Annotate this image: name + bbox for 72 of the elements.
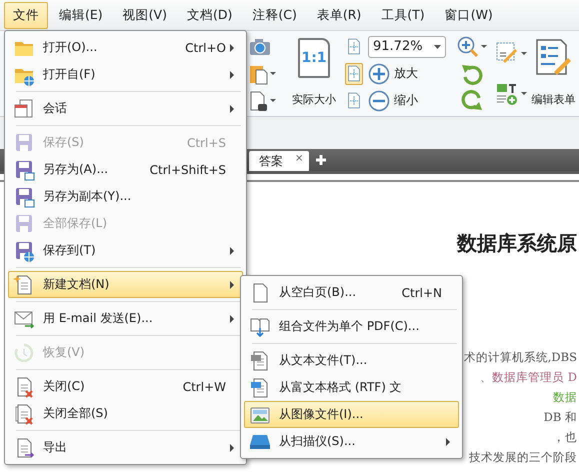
find-document-icon (248, 90, 268, 112)
menu-item[interactable]: 打开自(F) (8, 61, 243, 88)
fit-page-button[interactable] (345, 62, 363, 84)
shortcut-label: Ctrl+Shift+S (148, 162, 227, 176)
close-documents-icon (13, 402, 35, 424)
rotate-right-icon (461, 90, 483, 112)
menu-item[interactable]: 另存为副本(Y)... (8, 183, 243, 210)
fit-page-icon (347, 90, 361, 111)
rotate-left-icon (461, 62, 483, 84)
document-text: DB 和 (544, 409, 577, 426)
shortcut-label: Ctrl+W (182, 380, 227, 394)
shortcut-label: Ctrl+O (184, 40, 227, 54)
dropdown-caret-icon (521, 52, 527, 55)
menu-item[interactable]: 文档(D) (178, 2, 242, 28)
zoom-in-icon (368, 62, 390, 84)
menu-item[interactable]: 会话 (8, 95, 243, 122)
menu-item[interactable]: 文件 (4, 2, 48, 28)
document-text: 技术发展的三个阶段 (469, 449, 577, 466)
menu-item[interactable]: 从文本文件(T)... (244, 347, 459, 374)
menu-item[interactable]: 表单(R) (308, 2, 370, 28)
actual-size-icon: 1:1 (298, 38, 330, 78)
dropdown-caret-icon (434, 44, 441, 48)
close-tab-button[interactable]: × (295, 153, 304, 164)
merge-documents-icon (249, 316, 271, 338)
form-edit-icon (534, 38, 574, 78)
document-text: 、数据库管理员 D (480, 369, 577, 386)
menu-item[interactable]: 工具(T) (372, 2, 434, 28)
menu-item[interactable]: 从空白页(B)... Ctrl+N (244, 279, 459, 306)
dropdown-caret-icon (481, 45, 487, 48)
shortcut-label: Ctrl+S (186, 136, 227, 150)
document-tab[interactable]: 答案 × (249, 151, 310, 171)
menu-item[interactable]: 关闭全部(S) (8, 400, 243, 427)
shortcut-label: Ctrl+N (400, 286, 443, 300)
zoom-in-button[interactable]: 放大 (368, 62, 418, 84)
zoom-field[interactable]: 91.72% (368, 36, 446, 58)
edit-text-box-icon (495, 41, 519, 66)
dropdown-caret-icon (270, 99, 276, 102)
menu-item[interactable]: 编辑(E) (50, 2, 112, 28)
menu-item[interactable]: 视图(V) (114, 2, 176, 28)
menu-item[interactable]: 导出 (8, 434, 243, 461)
fit-page-icon (347, 36, 361, 57)
menu-item[interactable]: 用 E-mail 发送(E)... (8, 305, 243, 332)
calendar-icon (13, 98, 35, 120)
menu-item[interactable]: 从富文本格式 (RTF) 文 (244, 374, 459, 401)
floppy-disk-globe-icon (13, 240, 35, 262)
actual-size-button[interactable]: 1:1 实际大小 (288, 31, 340, 116)
dropdown-caret-icon (521, 92, 527, 96)
menu-item[interactable]: 从扫描仪(S)... (244, 428, 459, 455)
edit-form-button[interactable]: 编辑表单 (530, 31, 577, 116)
menu-item[interactable]: 从图像文件(I)... (244, 401, 459, 428)
menu-item[interactable]: 另存为(A)... Ctrl+Shift+S (8, 156, 243, 183)
menu-item[interactable]: 窗口(W) (436, 2, 502, 28)
magnifier-zoom-icon (457, 36, 479, 58)
dropdown-caret-icon (270, 72, 276, 75)
zoom-out-icon (368, 90, 390, 112)
menu-item[interactable]: 组合文件为单个 PDF(C)... (244, 313, 459, 340)
zoom-out-button[interactable]: 缩小 (368, 90, 418, 112)
restore-icon (13, 342, 35, 364)
document-title: 数据库系统原 (457, 230, 577, 257)
menu-item[interactable]: 注释(C) (243, 2, 306, 28)
scanner-icon (249, 434, 271, 449)
fit-page-icon (347, 63, 361, 84)
fit-page-button[interactable] (345, 90, 363, 112)
document-text: 数据 (553, 389, 577, 406)
add-image-text-icon (495, 82, 519, 106)
menu-item[interactable]: 打开(O)... Ctrl+O (8, 34, 243, 61)
document-text: 术的计算机系统,DBS (464, 349, 577, 366)
menu-item[interactable]: 关闭(C) Ctrl+W (8, 373, 243, 400)
menu-item[interactable]: 保存到(T) (8, 237, 243, 264)
menu-item[interactable]: 新建文档(N) (8, 271, 243, 298)
fit-page-button[interactable] (345, 36, 363, 58)
document-text: ，也 (553, 429, 577, 446)
